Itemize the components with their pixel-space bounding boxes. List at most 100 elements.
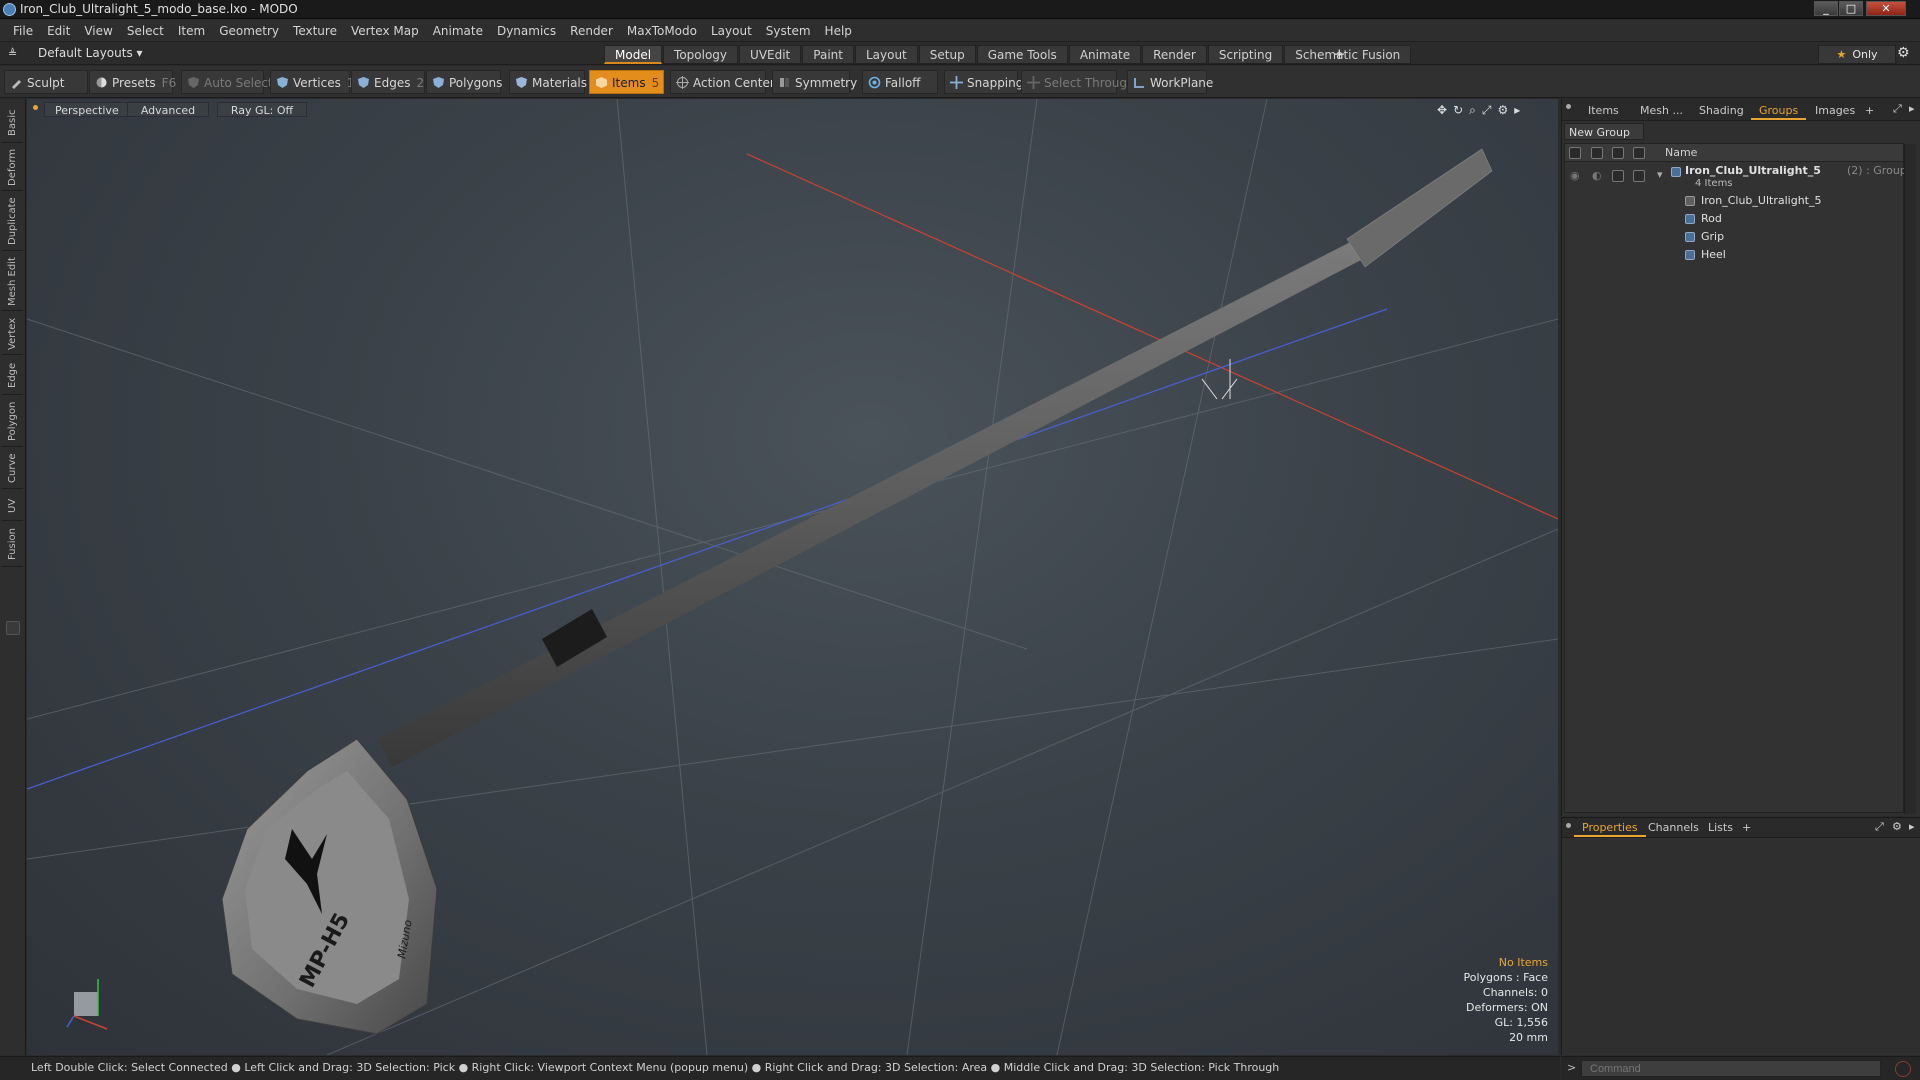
menu-animate[interactable]: Animate bbox=[426, 20, 490, 42]
tab-shading[interactable]: Shading bbox=[1691, 102, 1752, 120]
panel-menu-icon[interactable] bbox=[1566, 104, 1571, 109]
panel-arrow-icon[interactable]: ▸ bbox=[1909, 820, 1915, 833]
sculpt-button[interactable]: Sculpt bbox=[4, 70, 88, 94]
vtab-vertex[interactable]: Vertex bbox=[2, 313, 23, 355]
visibility-eye-icon[interactable]: ◉ bbox=[1570, 169, 1580, 182]
vtab-mesh-edit[interactable]: Mesh Edit bbox=[2, 253, 23, 311]
command-history-icon[interactable] bbox=[1895, 1061, 1911, 1077]
menu-help[interactable]: Help bbox=[818, 20, 859, 42]
tree-row-item[interactable]: Rod bbox=[1565, 210, 1903, 228]
viewport-menu-icon[interactable] bbox=[33, 105, 38, 110]
render-column-icon[interactable] bbox=[1591, 147, 1603, 159]
vtab-uv[interactable]: UV bbox=[2, 491, 23, 521]
move-view-icon[interactable]: ✥ bbox=[1437, 103, 1447, 118]
menu-item[interactable]: Item bbox=[171, 20, 212, 42]
panel-expand-icon[interactable]: ⤢ bbox=[1893, 102, 1902, 116]
add-panel-tab-icon[interactable]: + bbox=[1734, 819, 1759, 837]
menu-render[interactable]: Render bbox=[563, 20, 620, 42]
tree-row-item[interactable]: Iron_Club_Ultralight_5 bbox=[1565, 192, 1903, 210]
items-button[interactable]: Items 5 bbox=[589, 70, 664, 94]
vtab-basic[interactable]: Basic bbox=[2, 103, 23, 143]
viewport-gear-icon[interactable]: ⚙ bbox=[1497, 103, 1508, 118]
shading-style-dropdown[interactable]: Advanced bbox=[127, 102, 209, 117]
menu-layout[interactable]: Layout bbox=[704, 20, 759, 42]
collapse-arrow-icon[interactable]: ▾ bbox=[1657, 168, 1663, 181]
materials-button[interactable]: Materials bbox=[509, 70, 587, 94]
menu-system[interactable]: System bbox=[759, 20, 818, 42]
expand-arrow-icon[interactable]: ▸ bbox=[1514, 103, 1520, 118]
snapping-button[interactable]: Snapping bbox=[944, 70, 1023, 94]
gear-icon[interactable]: ⚙ bbox=[1897, 45, 1910, 61]
vtab-deform[interactable]: Deform bbox=[2, 145, 23, 191]
zoom-icon[interactable]: ⌕ bbox=[1469, 103, 1476, 118]
vertices-button[interactable]: Vertices1 bbox=[270, 70, 355, 94]
rotate-view-icon[interactable]: ↻ bbox=[1453, 103, 1463, 118]
layout-home-icon[interactable]: ≜ bbox=[8, 47, 17, 60]
symmetry-button[interactable]: Symmetry bbox=[772, 70, 857, 94]
layout-dropdown[interactable]: Default Layouts ▾ bbox=[38, 46, 143, 60]
tab-model[interactable]: Model bbox=[604, 45, 663, 64]
workplane-button[interactable]: WorkPlane bbox=[1127, 70, 1213, 94]
tab-paint[interactable]: Paint bbox=[802, 45, 854, 64]
panel-expand-icon[interactable]: ⤢ bbox=[1875, 820, 1884, 834]
polygons-button[interactable]: Polygons bbox=[426, 70, 502, 94]
vtab-polygon[interactable]: Polygon bbox=[2, 397, 23, 447]
tree-row-item[interactable]: Heel bbox=[1565, 246, 1903, 264]
tab-layout[interactable]: Layout bbox=[854, 45, 918, 64]
auto-select-button[interactable]: Auto Select bbox=[181, 70, 273, 94]
visibility-column-icon[interactable] bbox=[1569, 147, 1581, 159]
tab-channels[interactable]: Channels bbox=[1640, 819, 1707, 837]
tab-render[interactable]: Render bbox=[1142, 45, 1207, 64]
only-toggle-button[interactable]: ★ Only bbox=[1818, 45, 1896, 64]
tab-items-list[interactable]: Items bbox=[1580, 102, 1627, 120]
club-shaft[interactable] bbox=[377, 231, 1382, 767]
menu-texture[interactable]: Texture bbox=[286, 20, 344, 42]
command-input[interactable] bbox=[1581, 1060, 1881, 1077]
maximize-button[interactable]: □ bbox=[1839, 1, 1863, 16]
menu-edit[interactable]: Edit bbox=[40, 20, 77, 42]
render-toggle-icon[interactable]: ◐ bbox=[1592, 169, 1602, 182]
tab-schematic-fusion[interactable]: Schematic Fusion bbox=[1284, 45, 1412, 64]
select-through-button[interactable]: Select Through bbox=[1021, 70, 1135, 94]
tree-row-root-group[interactable]: ◉ ◐ ▾ Iron_Club_Ultralight_5 (2) : Group… bbox=[1565, 164, 1907, 190]
tool-palette-toggle[interactable] bbox=[6, 621, 20, 635]
golf-club-model[interactable]: MP-H5 Mizuno bbox=[221, 148, 1493, 1035]
add-panel-tab-icon[interactable]: + bbox=[1857, 102, 1882, 120]
tab-scripting[interactable]: Scripting bbox=[1207, 45, 1284, 64]
presets-button[interactable]: Presets F6 bbox=[89, 70, 176, 94]
menu-select[interactable]: Select bbox=[120, 20, 171, 42]
name-column-header[interactable]: Name bbox=[1665, 146, 1697, 159]
vtab-curve[interactable]: Curve bbox=[2, 449, 23, 489]
vtab-fusion[interactable]: Fusion bbox=[2, 523, 23, 567]
menu-view[interactable]: View bbox=[77, 20, 119, 42]
falloff-button[interactable]: Falloff bbox=[862, 70, 938, 94]
panel-arrow-icon[interactable]: ▸ bbox=[1909, 102, 1915, 115]
add-tab-icon[interactable]: + bbox=[1333, 45, 1346, 63]
new-group-button[interactable]: New Group bbox=[1564, 123, 1644, 140]
vtab-duplicate[interactable]: Duplicate bbox=[2, 193, 23, 251]
fit-view-icon[interactable]: ⤢ bbox=[1482, 103, 1492, 118]
menu-dynamics[interactable]: Dynamics bbox=[490, 20, 563, 42]
3d-viewport[interactable]: MP-H5 Mizuno Perspective Advanced Ray GL… bbox=[27, 99, 1558, 1055]
viewport-scene[interactable]: MP-H5 Mizuno bbox=[27, 99, 1558, 1055]
edges-button[interactable]: Edges 2 bbox=[351, 70, 425, 94]
menu-maxtomodo[interactable]: MaxToModo bbox=[620, 20, 704, 42]
tab-animate[interactable]: Animate bbox=[1068, 45, 1142, 64]
panel-menu-icon[interactable] bbox=[1566, 823, 1571, 828]
lock-column-icon[interactable] bbox=[1612, 147, 1624, 159]
tab-groups[interactable]: Groups bbox=[1751, 102, 1807, 120]
tree-scrollbar[interactable] bbox=[1904, 144, 1916, 814]
lock-toggle[interactable] bbox=[1612, 170, 1624, 182]
minimize-button[interactable]: _ bbox=[1814, 1, 1838, 16]
tab-images[interactable]: Images bbox=[1807, 102, 1863, 120]
select-column-icon[interactable] bbox=[1633, 147, 1645, 159]
raygl-toggle[interactable]: Ray GL: Off bbox=[217, 102, 307, 117]
tree-row-item[interactable]: Grip bbox=[1565, 228, 1903, 246]
close-button[interactable]: ✕ bbox=[1866, 1, 1906, 16]
action-center-button[interactable]: Action Center bbox=[670, 70, 775, 94]
tab-uvedit[interactable]: UVEdit bbox=[739, 45, 802, 64]
command-arrow-icon[interactable]: > bbox=[1567, 1061, 1576, 1074]
tab-topology[interactable]: Topology bbox=[663, 45, 739, 64]
menu-vertex-map[interactable]: Vertex Map bbox=[344, 20, 426, 42]
vtab-edge[interactable]: Edge bbox=[2, 357, 23, 395]
